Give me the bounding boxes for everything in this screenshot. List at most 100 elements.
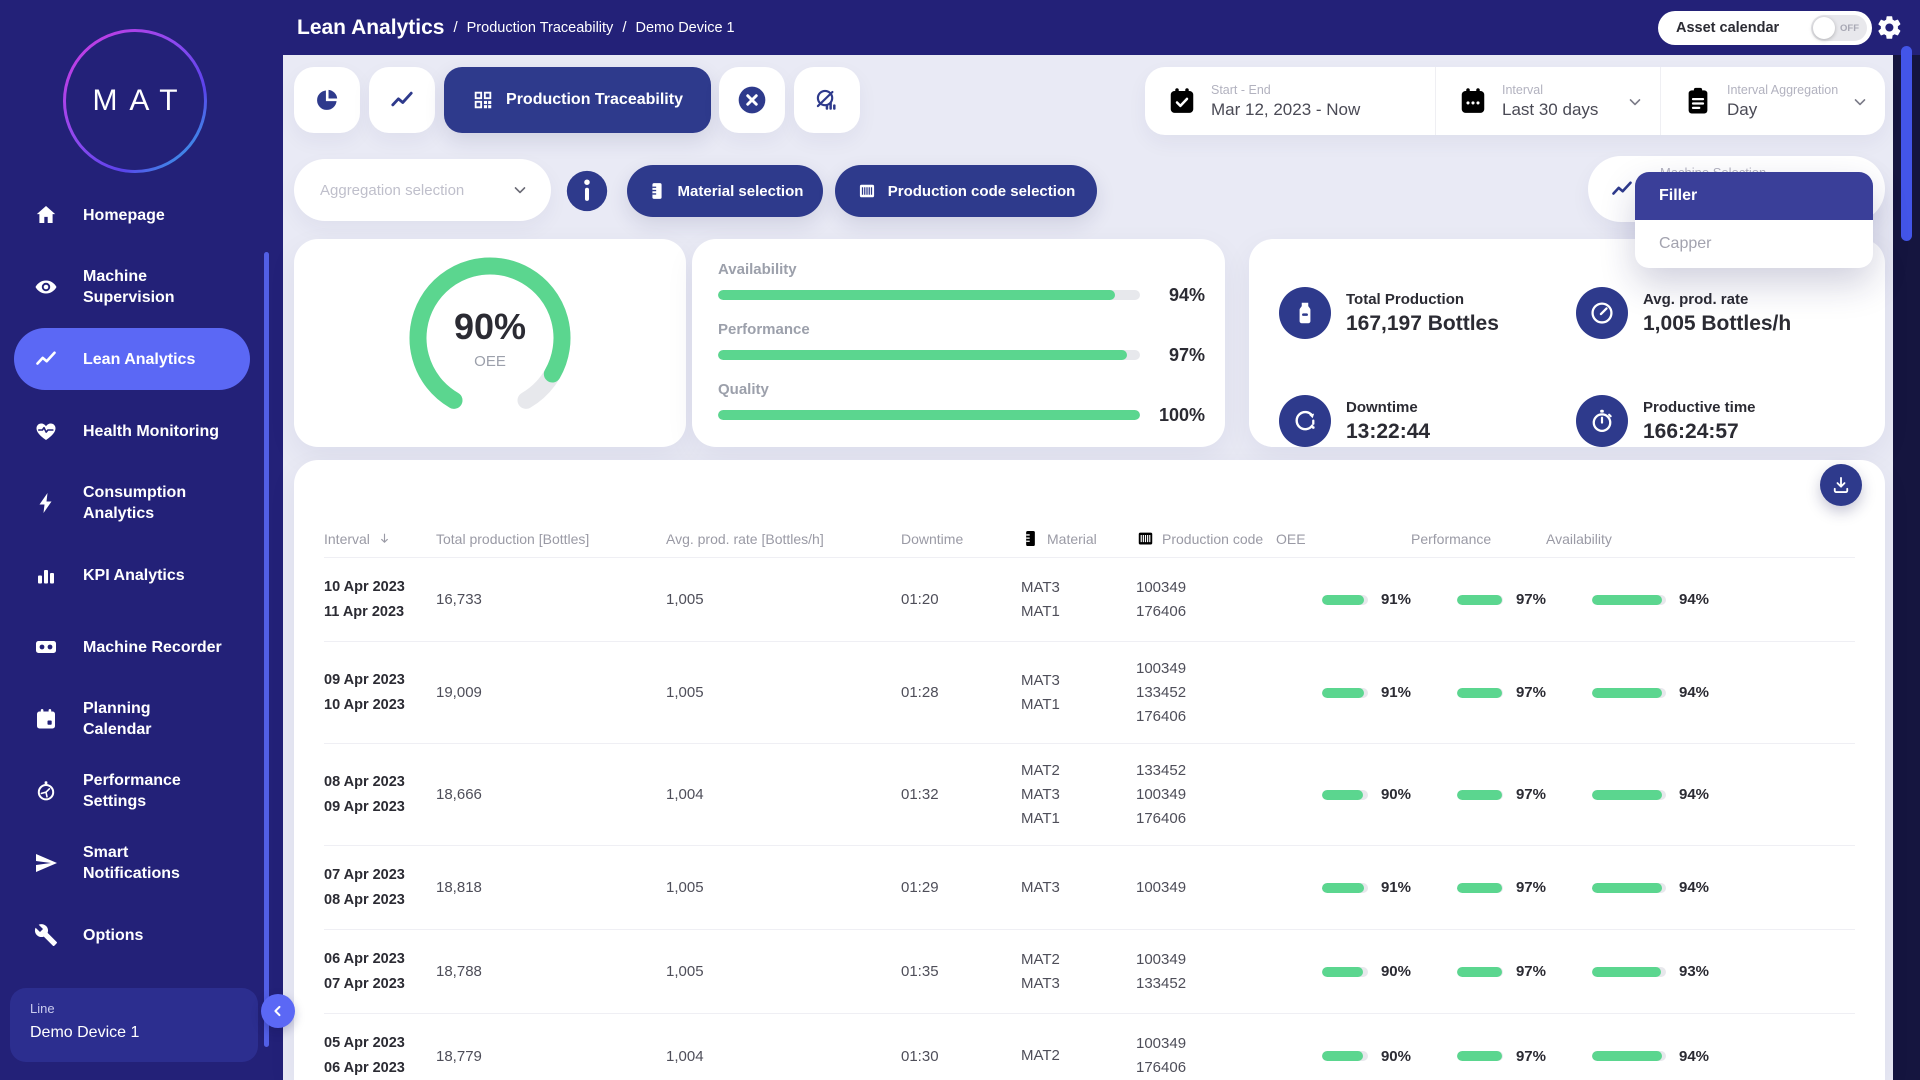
cell-materials: MAT2MAT3	[1021, 948, 1136, 996]
sidebar-item-machine-supervision[interactable]: Machine Supervision	[0, 251, 283, 323]
table-bar-track	[1322, 883, 1368, 893]
cell-performance: 97%	[1411, 786, 1546, 803]
metric-bar-value: 100%	[1153, 405, 1205, 426]
table-row: 05 Apr 202306 Apr 202318,7791,00401:30MA…	[324, 1014, 1855, 1080]
cell-performance: 97%	[1411, 879, 1546, 896]
table-bar-track	[1592, 1051, 1666, 1061]
cell-interval: 10 Apr 202311 Apr 2023	[324, 575, 436, 625]
production-traceability-button[interactable]: Production Traceability	[444, 67, 711, 133]
sidebar-item-health-monitoring[interactable]: Health Monitoring	[0, 395, 283, 467]
line-view-button[interactable]	[369, 67, 435, 133]
device-card-value: Demo Device 1	[30, 1024, 238, 1042]
table-bar-fill	[1592, 790, 1662, 800]
cell-availability: 94%	[1546, 591, 1855, 608]
table-bar-value: 97%	[1516, 684, 1546, 701]
sidebar-item-options[interactable]: Options	[0, 899, 283, 971]
table-bar-fill	[1457, 967, 1502, 977]
interval-label: Interval	[1502, 83, 1598, 97]
analysis-view-button[interactable]	[794, 67, 860, 133]
metric-bar-value: 94%	[1153, 285, 1205, 306]
interval-aggregation-label: Interval Aggregation	[1727, 83, 1838, 97]
stat-productive-time: Productive time166:24:57	[1546, 391, 1885, 451]
stat-avg-prod-rate: Avg. prod. rate1,005 Bottles/h	[1546, 283, 1885, 343]
stat-total-production: Total Production167,197 Bottles	[1249, 283, 1546, 343]
sidebar-item-lean-analytics[interactable]: Lean Analytics	[0, 323, 283, 395]
settings-button[interactable]	[1876, 14, 1903, 41]
cell-avg-prod-rate: 1,004	[666, 1048, 901, 1065]
bottle-icon	[1279, 287, 1331, 339]
stat-value: 1,005 Bottles/h	[1643, 312, 1791, 336]
column-header-availability[interactable]: Availability	[1546, 531, 1855, 547]
table-bar-track	[1592, 688, 1666, 698]
sidebar-item-label: Homepage	[83, 205, 165, 226]
table-row: 06 Apr 202307 Apr 202318,7881,00501:35MA…	[324, 930, 1855, 1014]
column-header-production-code[interactable]: Production code	[1136, 529, 1276, 548]
table-bar-track	[1457, 595, 1503, 605]
sidebar-item-smart-notifications[interactable]: Smart Notifications	[0, 827, 283, 899]
cell-oee: 90%	[1276, 1048, 1411, 1065]
sidebar-scrollbar-thumb[interactable]	[264, 252, 269, 1047]
aggregation-selection-dropdown[interactable]: Aggregation selection	[294, 159, 551, 221]
metric-bar-label: Availability	[718, 261, 1205, 278]
clear-selection-button[interactable]	[719, 67, 785, 133]
column-header-avg-prod-rate[interactable]: Avg. prod. rate [Bottles/h]	[666, 531, 901, 547]
table-bar-value: 90%	[1381, 1048, 1411, 1065]
machine-option-capper[interactable]: Capper	[1635, 220, 1873, 268]
sidebar-item-planning-calendar[interactable]: Planning Calendar	[0, 683, 283, 755]
cell-oee: 90%	[1276, 786, 1411, 803]
column-header-interval[interactable]: Interval	[324, 531, 436, 547]
sidebar-item-consumption-analytics[interactable]: Consumption Analytics	[0, 467, 283, 539]
interval-aggregation-select[interactable]: Interval Aggregation Day	[1660, 67, 1885, 135]
production-code-selection-button[interactable]: Production code selection	[835, 165, 1097, 217]
cell-production-codes: 100349133452	[1136, 948, 1276, 996]
download-icon	[1831, 475, 1851, 495]
material-selection-button[interactable]: Material selection	[627, 165, 823, 217]
machine-option-filler[interactable]: Filler	[1635, 172, 1873, 220]
table-row: 08 Apr 202309 Apr 202318,6661,00401:32MA…	[324, 744, 1855, 846]
metric-bar-fill	[718, 410, 1140, 420]
asset-calendar-toggle[interactable]: Asset calendar OFF	[1658, 11, 1872, 45]
sidebar-item-label: Options	[83, 925, 143, 946]
cell-performance: 97%	[1411, 963, 1546, 980]
column-header-performance[interactable]: Performance	[1411, 531, 1546, 547]
sidebar-collapse-button[interactable]	[261, 994, 295, 1028]
table-bar-value: 97%	[1516, 591, 1546, 608]
toggle-knob	[1813, 17, 1835, 39]
metric-bar-track	[718, 290, 1140, 300]
selected-device-card[interactable]: Line Demo Device 1	[10, 988, 258, 1062]
table-bar-fill	[1592, 1051, 1662, 1061]
column-header-downtime[interactable]: Downtime	[901, 531, 1021, 547]
toggle-switch[interactable]: OFF	[1811, 15, 1867, 41]
info-button[interactable]	[565, 169, 609, 213]
sidebar-item-machine-recorder[interactable]: Machine Recorder	[0, 611, 283, 683]
download-button[interactable]	[1820, 464, 1862, 506]
cell-availability: 93%	[1546, 963, 1855, 980]
date-range-label: Start - End	[1211, 83, 1360, 97]
interval-value: Last 30 days	[1502, 100, 1598, 120]
sidebar-item-homepage[interactable]: Homepage	[0, 179, 283, 251]
cell-oee: 91%	[1276, 684, 1411, 701]
sidebar-item-kpi-analytics[interactable]: KPI Analytics	[0, 539, 283, 611]
table-bar-fill	[1592, 883, 1662, 893]
table-bar-track	[1592, 790, 1666, 800]
column-header-total-production[interactable]: Total production [Bottles]	[436, 531, 666, 547]
column-header-material[interactable]: Material	[1021, 529, 1136, 548]
interval-select[interactable]: Interval Last 30 days	[1435, 67, 1660, 135]
table-bar-track	[1457, 967, 1503, 977]
column-header-oee[interactable]: OEE	[1276, 531, 1411, 547]
date-range-picker[interactable]: Start - End Mar 12, 2023 - Now	[1145, 67, 1435, 135]
table-bar-track	[1592, 883, 1666, 893]
cell-oee: 91%	[1276, 879, 1411, 896]
table-bar-value: 94%	[1679, 879, 1709, 896]
sidebar-item-performance-settings[interactable]: Performance Settings	[0, 755, 283, 827]
metric-bar-group: Performance97%	[718, 321, 1205, 366]
table-bar-track	[1322, 688, 1368, 698]
speed-icon	[1576, 287, 1628, 339]
pie-view-button[interactable]	[294, 67, 360, 133]
table-bar-fill	[1592, 688, 1662, 698]
production-traceability-label: Production Traceability	[506, 91, 683, 109]
stat-label: Productive time	[1643, 399, 1756, 416]
stat-value: 13:22:44	[1346, 420, 1430, 444]
page-scrollbar-thumb[interactable]	[1901, 46, 1912, 241]
cell-downtime: 01:28	[901, 684, 1021, 701]
